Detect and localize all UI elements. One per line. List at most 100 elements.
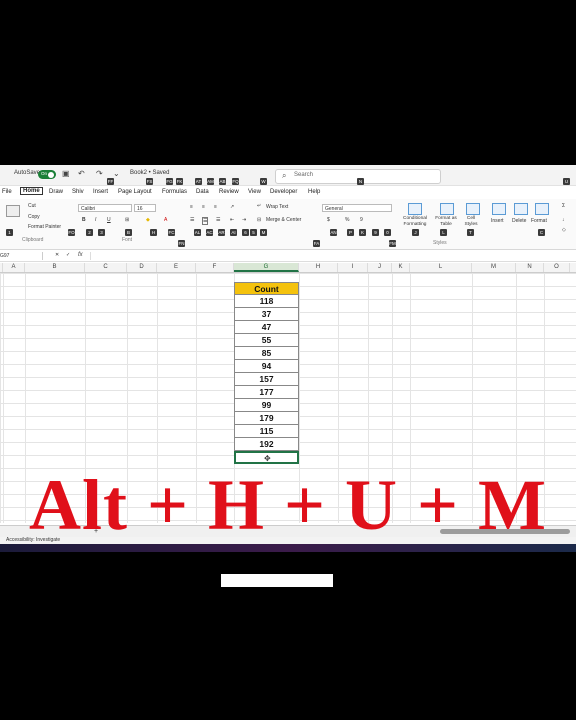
column-header-k[interactable]: K (392, 263, 410, 272)
column-header-a[interactable]: A (3, 263, 25, 272)
italic-icon[interactable]: I (95, 217, 96, 223)
tab-page-layout[interactable]: Page Layout (118, 189, 152, 195)
tab-review[interactable]: Review (219, 189, 239, 195)
bold-icon[interactable]: B (82, 217, 86, 223)
copy-button[interactable]: Copy (28, 214, 40, 220)
column-header-e[interactable]: E (157, 263, 196, 272)
table-cell[interactable]: 47 (234, 321, 299, 334)
tab-help[interactable]: Help (308, 189, 320, 195)
customize-toolbar-icon[interactable]: ⌄ (113, 169, 120, 178)
insert-button[interactable]: Insert (491, 218, 504, 224)
table-cell[interactable]: 115 (234, 425, 299, 438)
indent-icon[interactable]: ⇤ (230, 217, 234, 223)
delete-cells-icon[interactable] (514, 203, 528, 215)
undo-icon[interactable]: ↶ (78, 169, 85, 178)
fill-color-icon[interactable]: ◆ (146, 217, 150, 223)
font-color-icon[interactable]: A (164, 217, 167, 223)
column-header-j[interactable]: J (368, 263, 392, 272)
active-cell[interactable]: ✥ (234, 451, 299, 464)
format-button[interactable]: Format (531, 218, 547, 224)
tab-developer[interactable]: Developer (270, 189, 297, 195)
tab-data[interactable]: Data (196, 189, 209, 195)
tab-draw[interactable]: Draw (49, 189, 63, 195)
column-header-n[interactable]: N (516, 263, 544, 272)
merge-center-icon[interactable]: ⊟ (257, 217, 261, 223)
table-cell[interactable]: 94 (234, 360, 299, 373)
cancel-icon[interactable]: ✕ (55, 252, 59, 258)
taskbar (0, 544, 576, 552)
column-header-h[interactable]: H (299, 263, 338, 272)
tab-view[interactable]: View (248, 189, 261, 195)
insert-function-icon[interactable]: fx (78, 252, 83, 258)
table-cell[interactable]: 118 (234, 295, 299, 308)
keytip: 3 (98, 229, 105, 236)
conditional-formatting-icon[interactable] (408, 203, 422, 215)
table-cell[interactable]: 192 (234, 438, 299, 451)
keytip: FS (146, 178, 153, 185)
table-header-count[interactable]: Count (234, 282, 299, 295)
column-header-m[interactable]: M (472, 263, 516, 272)
table-cell[interactable]: 177 (234, 386, 299, 399)
insert-cells-icon[interactable] (492, 203, 506, 215)
format-cells-icon[interactable] (535, 203, 549, 215)
clear-icon[interactable]: ◇ (562, 227, 566, 233)
align-left-icon[interactable]: ☰ (190, 217, 194, 223)
fill-icon[interactable]: ↓ (562, 217, 565, 223)
tab-formulas[interactable]: Formulas (162, 189, 187, 195)
table-cell[interactable]: 55 (234, 334, 299, 347)
underline-icon[interactable]: U (107, 217, 111, 223)
keytip: AT (195, 178, 202, 185)
column-header-d[interactable]: D (127, 263, 157, 272)
wrap-text-icon[interactable]: ↵ (257, 203, 261, 209)
tab-home[interactable]: Home (20, 187, 43, 195)
align-right-icon[interactable]: ☰ (216, 217, 220, 223)
comma-icon[interactable]: 9 (360, 217, 363, 223)
table-cell[interactable]: 179 (234, 412, 299, 425)
borders-icon[interactable]: ⊞ (125, 217, 129, 223)
enter-icon[interactable]: ✓ (66, 252, 70, 258)
column-header-i[interactable]: I (338, 263, 368, 272)
conditional-formatting-button[interactable]: Conditional Formatting (398, 216, 432, 228)
format-as-table-icon[interactable] (440, 203, 454, 215)
align-center-icon[interactable]: ☰ (202, 217, 209, 225)
format-as-table-button[interactable]: Format as Table (432, 216, 460, 228)
tab-shiv[interactable]: Shiv (72, 189, 84, 195)
number-format-select[interactable]: General (322, 204, 392, 212)
column-header-f[interactable]: F (196, 263, 234, 272)
column-header-o[interactable]: O (544, 263, 570, 272)
save-icon[interactable]: ▣ (62, 169, 70, 178)
merge-center-button[interactable]: Merge & Center (266, 217, 301, 223)
format-painter-button[interactable]: Format Painter (28, 224, 61, 230)
document-title: Book2 • Saved (130, 170, 170, 176)
delete-button[interactable]: Delete (512, 218, 526, 224)
formula-input[interactable] (90, 252, 571, 260)
table-cell[interactable]: 157 (234, 373, 299, 386)
align-middle-icon[interactable]: ≡ (202, 204, 205, 210)
align-top-icon[interactable]: ≡ (190, 204, 193, 210)
font-name-select[interactable]: Calibri (78, 204, 132, 212)
tab-insert[interactable]: Insert (93, 189, 108, 195)
outdent-icon[interactable]: ⇥ (242, 217, 246, 223)
autosum-icon[interactable]: Σ (562, 203, 565, 209)
align-bottom-icon[interactable]: ≡ (214, 204, 217, 210)
tab-file[interactable]: File (2, 189, 12, 195)
paste-icon[interactable] (6, 205, 20, 217)
cut-button[interactable]: Cut (28, 203, 36, 209)
orientation-icon[interactable]: ↗ (230, 204, 234, 210)
cell-styles-button[interactable]: Cell Styles (460, 216, 482, 228)
percent-icon[interactable]: % (345, 217, 349, 223)
column-header-g[interactable]: G (234, 263, 299, 272)
table-cell[interactable]: 85 (234, 347, 299, 360)
keytip: L (440, 229, 447, 236)
column-header-l[interactable]: L (410, 263, 472, 272)
table-cell[interactable]: 37 (234, 308, 299, 321)
currency-icon[interactable]: $ (327, 217, 330, 223)
column-header-c[interactable]: C (85, 263, 127, 272)
cell-styles-icon[interactable] (466, 203, 480, 215)
redo-icon[interactable]: ↷ (96, 169, 103, 178)
font-size-select[interactable]: 16 (134, 204, 156, 212)
table-cell[interactable]: 99 (234, 399, 299, 412)
name-box[interactable]: G97 (0, 252, 43, 260)
wrap-text-button[interactable]: Wrap Text (266, 204, 288, 210)
column-header-b[interactable]: B (25, 263, 85, 272)
